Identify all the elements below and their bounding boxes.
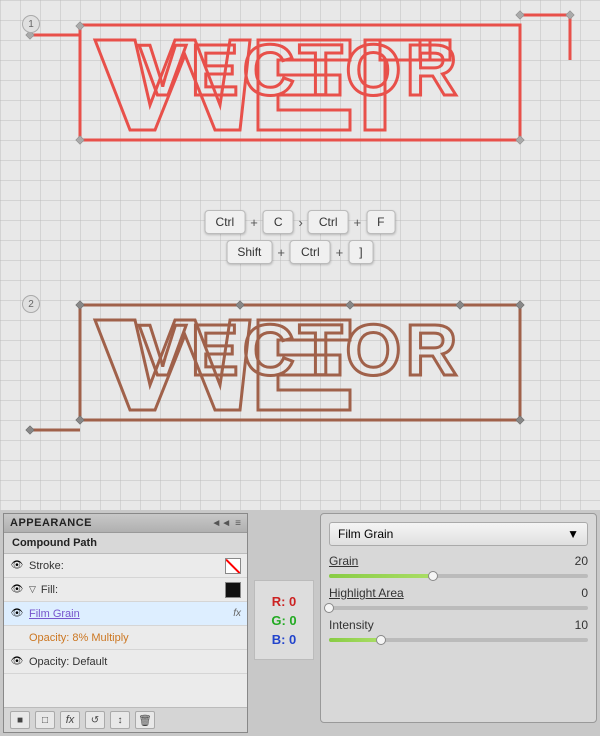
compound-path-header: Compound Path	[4, 533, 247, 554]
grain-label: Grain	[329, 554, 358, 568]
stroke-row: 👁 Stroke:	[4, 554, 247, 578]
vector-text-top: VECTOR	[139, 30, 462, 112]
stroke-visibility-icon[interactable]: 👁	[10, 559, 24, 573]
stroke-swatch[interactable]	[225, 558, 241, 574]
opacity-multiply-label[interactable]: Opacity: 8% Multiply	[29, 632, 241, 644]
film-grain-panel: Film Grain ▼ Grain 20 Highlight Area 0	[320, 513, 597, 723]
key-f[interactable]: F	[366, 210, 395, 234]
opacity-default-label: Opacity: Default	[29, 656, 241, 668]
delete-button[interactable]: 🗑	[135, 711, 155, 729]
new-layer-button[interactable]: ■	[10, 711, 30, 729]
key-c[interactable]: C	[263, 210, 294, 234]
shortcut-area: Ctrl + C › Ctrl + F Shift + Ctrl + ]	[205, 210, 396, 264]
intensity-slider-track[interactable]	[329, 638, 588, 642]
highlight-slider-track[interactable]	[329, 606, 588, 610]
appearance-panel: APPEARANCE ◄◄ ≡ Compound Path 👁 Stroke: …	[3, 513, 248, 733]
opacity-visibility-icon[interactable]: 👁	[10, 655, 24, 669]
fx-badge: fx	[233, 608, 241, 619]
dropdown-arrow-icon: ▼	[567, 527, 579, 541]
rgb-display: R: 0 G: 0 B: 0	[254, 580, 314, 660]
appearance-content: Compound Path 👁 Stroke: 👁 ▽ Fill: 👁 Film…	[4, 533, 247, 707]
grain-slider-thumb[interactable]	[428, 571, 438, 581]
highlight-area-value: 0	[563, 586, 588, 600]
g-value: G: 0	[271, 613, 296, 628]
fill-row: 👁 ▽ Fill:	[4, 578, 247, 602]
plus-symbol-3: +	[277, 245, 285, 260]
circle-marker-2: 2	[22, 295, 40, 313]
intensity-value: 10	[563, 618, 588, 632]
r-value: R: 0	[272, 594, 297, 609]
new-fill-button[interactable]: □	[35, 711, 55, 729]
clear-button[interactable]: ↺	[85, 711, 105, 729]
highlight-area-row-header: Highlight Area 0	[329, 586, 588, 600]
intensity-slider-fill	[329, 638, 381, 642]
fill-label: Fill:	[41, 584, 220, 596]
stroke-label: Stroke:	[29, 560, 220, 572]
shortcut-row-2: Shift + Ctrl + ]	[226, 240, 373, 264]
intensity-row: Intensity 10	[329, 618, 588, 642]
appearance-panel-controls[interactable]: ◄◄ ≡	[211, 518, 241, 529]
plus-symbol-1: +	[250, 215, 258, 230]
appearance-title-bar: APPEARANCE ◄◄ ≡	[4, 514, 247, 533]
vector-text-bottom: VECTOR	[139, 310, 462, 392]
bottom-panel: APPEARANCE ◄◄ ≡ Compound Path 👁 Stroke: …	[0, 510, 600, 736]
fill-visibility-icon[interactable]: 👁	[10, 583, 24, 597]
highlight-area-label: Highlight Area	[329, 586, 404, 600]
grain-slider-track[interactable]	[329, 574, 588, 578]
key-shift[interactable]: Shift	[226, 240, 272, 264]
key-ctrl-1[interactable]: Ctrl	[205, 210, 246, 234]
film-grain-dropdown-label: Film Grain	[338, 527, 393, 541]
appearance-toolbar: ■ □ fx ↺ ↕ 🗑	[4, 707, 247, 732]
shortcut-row-1: Ctrl + C › Ctrl + F	[205, 210, 396, 234]
menu-icon[interactable]: ≡	[235, 518, 241, 529]
grain-row-header: Grain 20	[329, 554, 588, 568]
grain-value: 20	[563, 554, 588, 568]
plus-symbol-2: +	[354, 215, 362, 230]
circle-marker-1: 1	[22, 15, 40, 33]
grain-slider-fill	[329, 574, 433, 578]
double-arrow-icon[interactable]: ◄◄	[211, 518, 231, 529]
opacity-multiply-row: Opacity: 8% Multiply	[4, 626, 247, 650]
fill-swatch[interactable]	[225, 582, 241, 598]
copy-button[interactable]: ↕	[110, 711, 130, 729]
canvas-area: VECTOR VECTOR 1 2 Ctrl + C › Ctrl + F Sh…	[0, 0, 600, 510]
film-grain-label[interactable]: Film Grain	[29, 608, 226, 620]
arrow-symbol: ›	[298, 215, 302, 230]
film-grain-row: 👁 Film Grain fx	[4, 602, 247, 626]
opacity-default-row: 👁 Opacity: Default	[4, 650, 247, 674]
highlight-area-row: Highlight Area 0	[329, 586, 588, 610]
film-grain-dropdown[interactable]: Film Grain ▼	[329, 522, 588, 546]
key-ctrl-2[interactable]: Ctrl	[308, 210, 349, 234]
film-grain-visibility-icon[interactable]: 👁	[10, 607, 24, 621]
highlight-slider-thumb[interactable]	[324, 603, 334, 613]
intensity-label: Intensity	[329, 618, 374, 632]
plus-symbol-4: +	[336, 245, 344, 260]
fill-expand-icon[interactable]: ▽	[29, 584, 36, 595]
intensity-slider-thumb[interactable]	[376, 635, 386, 645]
appearance-title: APPEARANCE	[10, 517, 92, 529]
key-ctrl-3[interactable]: Ctrl	[290, 240, 331, 264]
key-bracket[interactable]: ]	[348, 240, 373, 264]
intensity-row-header: Intensity 10	[329, 618, 588, 632]
b-value: B: 0	[272, 632, 297, 647]
fx-button[interactable]: fx	[60, 711, 80, 729]
grain-row: Grain 20	[329, 554, 588, 578]
